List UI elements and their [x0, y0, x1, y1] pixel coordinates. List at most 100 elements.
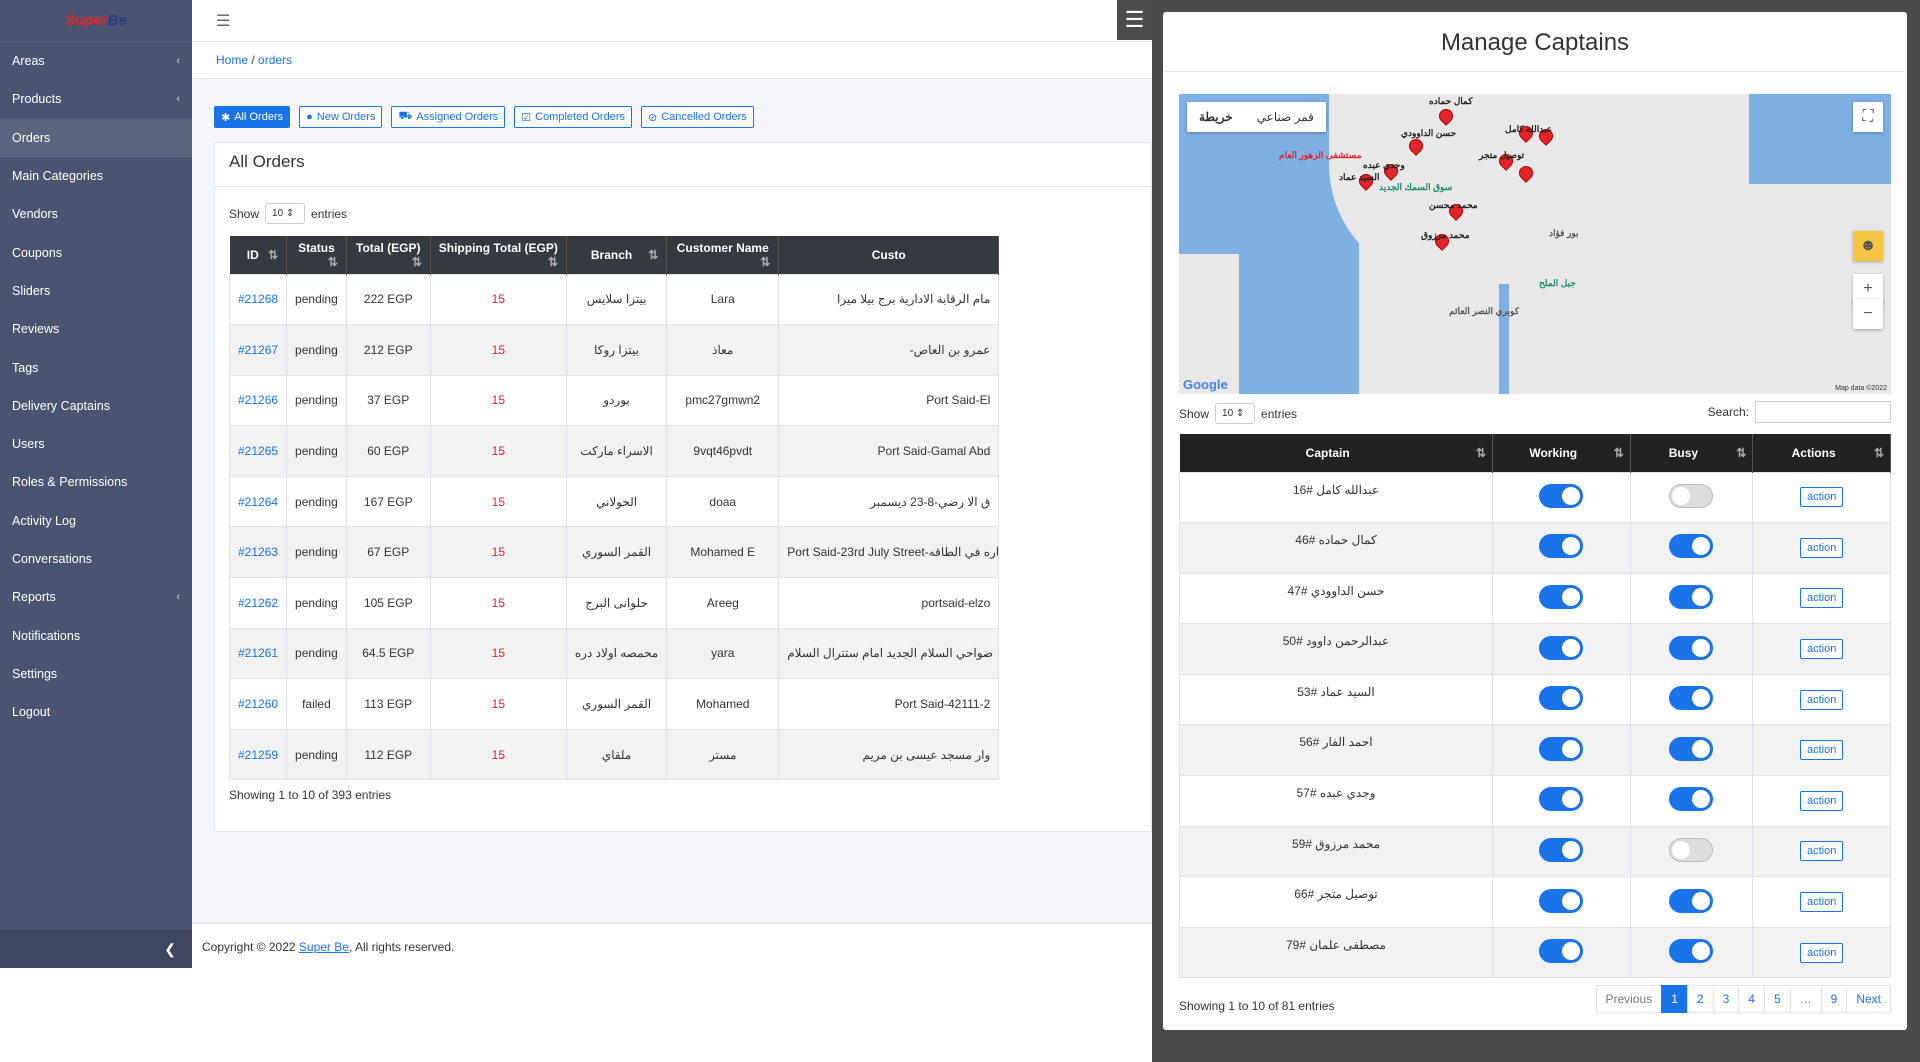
- orders-column-header[interactable]: Branch ⇅: [566, 236, 668, 274]
- working-toggle[interactable]: [1539, 888, 1584, 913]
- order-id-link[interactable]: #21266: [238, 393, 278, 407]
- action-button[interactable]: action: [1799, 487, 1844, 508]
- captains-map[interactable]: كمال حماده حسن الداوودي وجدي عبده السيد …: [1179, 94, 1891, 394]
- working-toggle[interactable]: [1539, 787, 1584, 812]
- breadcrumb-current[interactable]: orders: [258, 53, 292, 67]
- working-toggle[interactable]: [1539, 939, 1584, 964]
- sidebar-item-main-categories[interactable]: Main Categories: [0, 157, 192, 195]
- captains-column-header[interactable]: Actions ⇅: [1752, 434, 1891, 472]
- orders-column-header[interactable]: Total (EGP) ⇅: [346, 236, 431, 274]
- page-2-button[interactable]: 2: [1686, 985, 1714, 1013]
- page-3-button[interactable]: 3: [1712, 985, 1740, 1013]
- sidebar-item-users[interactable]: Users: [0, 425, 192, 463]
- action-button[interactable]: action: [1799, 537, 1844, 558]
- busy-toggle[interactable]: [1669, 686, 1714, 711]
- orders-column-header[interactable]: Shipping Total (EGP) ⇅: [430, 236, 567, 274]
- busy-toggle[interactable]: [1669, 888, 1714, 913]
- filter-assigned-orders-button[interactable]: ⛟ Assigned Orders: [391, 106, 506, 128]
- sidebar-item-products[interactable]: Products ‹: [0, 80, 192, 118]
- sidebar-item-vendors[interactable]: Vendors: [0, 195, 192, 233]
- map-type-satellite-button[interactable]: قمر صناعي: [1245, 102, 1326, 132]
- busy-toggle[interactable]: [1669, 584, 1714, 609]
- zoom-out-icon[interactable]: −: [1853, 299, 1883, 329]
- page-1-button[interactable]: 1: [1661, 985, 1688, 1013]
- page-9-button[interactable]: 9: [1820, 985, 1848, 1013]
- page-previous-button[interactable]: Previous: [1595, 985, 1663, 1013]
- action-button[interactable]: action: [1799, 790, 1844, 811]
- captains-column-header[interactable]: Busy ⇅: [1630, 434, 1754, 472]
- sidebar-item-activity-log[interactable]: Activity Log: [0, 502, 192, 540]
- pegman-icon[interactable]: ☻: [1853, 231, 1883, 261]
- busy-toggle[interactable]: [1669, 787, 1714, 812]
- action-button[interactable]: action: [1799, 588, 1844, 609]
- order-id-link[interactable]: #21263: [238, 545, 278, 559]
- sidebar-item-delivery-captains[interactable]: Delivery Captains: [0, 387, 192, 425]
- busy-toggle[interactable]: [1669, 837, 1714, 862]
- action-button[interactable]: action: [1799, 942, 1844, 963]
- sidebar-item-orders[interactable]: Orders: [0, 118, 192, 157]
- captains-column-header[interactable]: Captain ⇅: [1179, 434, 1493, 472]
- sidebar-collapse-button[interactable]: ❮: [0, 930, 192, 968]
- working-toggle[interactable]: [1539, 635, 1584, 660]
- sidebar-item-roles-permissions[interactable]: Roles & Permissions: [0, 463, 192, 501]
- captains-column-header[interactable]: Working ⇅: [1492, 434, 1631, 472]
- action-button[interactable]: action: [1799, 892, 1844, 913]
- menu-toggle-icon[interactable]: ☰: [216, 11, 230, 31]
- table-row: السيد عماد #53 action: [1179, 673, 1891, 726]
- sidebar-item-sliders[interactable]: Sliders: [0, 272, 192, 310]
- orders-column-header[interactable]: ID ⇅: [229, 236, 288, 274]
- working-toggle[interactable]: [1539, 483, 1584, 508]
- captains-search-input[interactable]: [1755, 401, 1891, 423]
- order-id-link[interactable]: #21259: [238, 748, 278, 762]
- action-button[interactable]: action: [1799, 740, 1844, 761]
- sidebar-item-reviews[interactable]: Reviews: [0, 310, 192, 348]
- busy-toggle[interactable]: [1669, 483, 1714, 508]
- orders-page-length-select[interactable]: 10 ⇕: [265, 203, 306, 224]
- busy-toggle[interactable]: [1669, 534, 1714, 559]
- hamburger-icon[interactable]: ☰: [1117, 0, 1152, 40]
- page-next-button[interactable]: Next: [1846, 985, 1891, 1013]
- orders-column-header[interactable]: Custo: [778, 236, 1000, 274]
- busy-toggle[interactable]: [1669, 939, 1714, 964]
- working-toggle[interactable]: [1539, 534, 1584, 559]
- order-id-link[interactable]: #21261: [238, 646, 278, 660]
- footer-brand-link[interactable]: Super Be: [299, 940, 349, 954]
- filter-completed-orders-button[interactable]: ☑ Completed Orders: [514, 106, 632, 128]
- page-5-button[interactable]: 5: [1763, 985, 1791, 1013]
- sidebar-item-tags[interactable]: Tags: [0, 348, 192, 386]
- working-toggle[interactable]: [1539, 736, 1584, 761]
- map-type-map-button[interactable]: خريطة: [1187, 102, 1245, 132]
- sidebar-item-notifications[interactable]: Notifications: [0, 616, 192, 654]
- order-id-link[interactable]: #21267: [238, 343, 278, 357]
- orders-column-header[interactable]: Customer Name ⇅: [666, 236, 780, 274]
- action-button[interactable]: action: [1799, 841, 1844, 862]
- breadcrumb-home-link[interactable]: Home: [216, 53, 248, 67]
- action-button[interactable]: action: [1799, 689, 1844, 710]
- sidebar-item-areas[interactable]: Areas ‹: [0, 42, 192, 80]
- orders-column-header[interactable]: Status ⇅: [286, 236, 347, 274]
- sidebar-item-logout[interactable]: Logout: [0, 693, 192, 731]
- order-id-link[interactable]: #21260: [238, 697, 278, 711]
- action-button[interactable]: action: [1799, 639, 1844, 660]
- sidebar-item-coupons[interactable]: Coupons: [0, 233, 192, 271]
- order-id-link[interactable]: #21262: [238, 596, 278, 610]
- busy-toggle[interactable]: [1669, 635, 1714, 660]
- order-id-link[interactable]: #21265: [238, 444, 278, 458]
- busy-toggle[interactable]: [1669, 736, 1714, 761]
- filter-cancelled-orders-button[interactable]: ⊘ Cancelled Orders: [641, 106, 754, 128]
- fullscreen-icon[interactable]: ⛶: [1853, 102, 1883, 132]
- page-4-button[interactable]: 4: [1738, 985, 1765, 1013]
- order-id-link[interactable]: #21264: [238, 495, 278, 509]
- filter-new-orders-button[interactable]: ● New Orders: [299, 106, 383, 128]
- working-toggle[interactable]: [1539, 686, 1584, 711]
- order-id-link[interactable]: #21268: [238, 292, 278, 306]
- working-toggle[interactable]: [1539, 584, 1584, 609]
- filter-all-orders-button[interactable]: ✱ All Orders: [214, 106, 291, 128]
- brand-logo[interactable]: Super Be: [0, 0, 192, 42]
- sidebar-item-reports[interactable]: Reports ‹: [0, 578, 192, 616]
- captains-page-length-select[interactable]: 10 ⇕: [1215, 403, 1256, 424]
- working-cell: [1491, 471, 1631, 524]
- sidebar-item-conversations[interactable]: Conversations: [0, 540, 192, 578]
- sidebar-item-settings[interactable]: Settings: [0, 655, 192, 693]
- working-toggle[interactable]: [1539, 837, 1584, 862]
